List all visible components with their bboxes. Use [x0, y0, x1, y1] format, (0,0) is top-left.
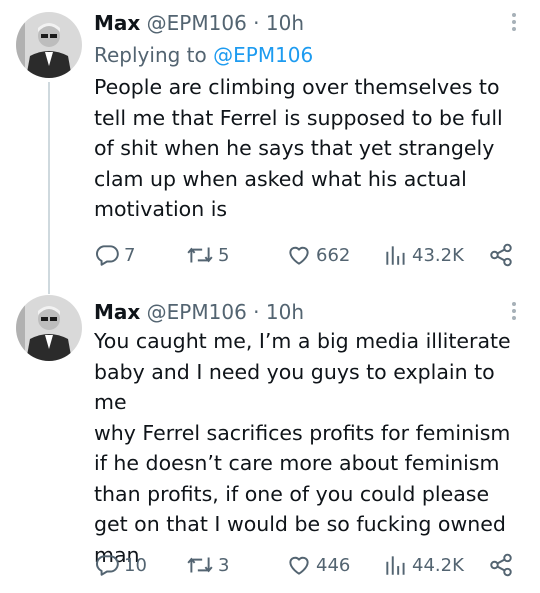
retweet-button[interactable]: 5: [186, 241, 229, 269]
separator-dot: ·: [253, 11, 260, 35]
view-count: 43.2K: [412, 244, 464, 266]
avatar[interactable]: [16, 12, 82, 78]
retweet-icon: [187, 247, 213, 263]
author-handle[interactable]: @EPM106: [147, 11, 247, 35]
author-handle[interactable]: @EPM106: [147, 300, 247, 324]
share-icon: [490, 243, 512, 267]
heart-icon: [289, 556, 309, 575]
retweet-count: 3: [218, 554, 230, 576]
timestamp[interactable]: 10h: [266, 11, 304, 35]
retweet-icon: [187, 557, 213, 573]
views-icon: [386, 556, 405, 575]
reply-count: 7: [124, 244, 136, 266]
tweet[interactable]: Max @EPM106 · 10h You caught me, I’m a b…: [0, 287, 540, 593]
reply-button[interactable]: 7: [94, 241, 135, 269]
avatar-image: [16, 12, 82, 78]
views-button[interactable]: 43.2K: [384, 241, 464, 269]
tweet-header: Max @EPM106 · 10h: [94, 297, 500, 327]
replying-to: Replying to @EPM106: [94, 40, 313, 70]
share-button[interactable]: [488, 551, 514, 579]
reply-icon: [96, 555, 119, 576]
more-icon[interactable]: [508, 299, 520, 329]
like-button[interactable]: 446: [286, 551, 350, 579]
more-icon[interactable]: [508, 10, 520, 40]
tweet[interactable]: Max @EPM106 · 10h Replying to @EPM106 Pe…: [0, 0, 540, 294]
reply-icon: [96, 245, 119, 266]
like-button[interactable]: 662: [286, 241, 350, 269]
replying-to-mention[interactable]: @EPM106: [213, 43, 313, 67]
action-bar: 7 5 662 43.2K: [94, 241, 522, 269]
author-name[interactable]: Max: [94, 300, 140, 324]
reply-count: 10: [124, 554, 147, 576]
heart-icon: [289, 246, 309, 265]
timestamp[interactable]: 10h: [266, 300, 304, 324]
retweet-count: 5: [218, 244, 230, 266]
views-icon: [386, 246, 405, 265]
reply-button[interactable]: 10: [94, 551, 147, 579]
view-count: 44.2K: [412, 554, 464, 576]
share-button[interactable]: [488, 241, 514, 269]
author-name[interactable]: Max: [94, 11, 140, 35]
like-count: 446: [316, 554, 351, 576]
tweet-header: Max @EPM106 · 10h: [94, 8, 500, 38]
action-bar: 10 3 446 44.2K: [94, 551, 522, 579]
retweet-button[interactable]: 3: [186, 551, 229, 579]
separator-dot: ·: [253, 300, 260, 324]
share-icon: [490, 553, 512, 577]
thread-line: [48, 82, 50, 294]
avatar[interactable]: [16, 295, 82, 361]
replying-to-label: Replying to: [94, 43, 207, 67]
tweet-text: You caught me, I’m a big media illiterat…: [94, 329, 511, 567]
views-button[interactable]: 44.2K: [384, 551, 464, 579]
tweet-text: People are climbing over themselves to t…: [94, 75, 503, 221]
avatar-image: [16, 295, 82, 361]
like-count: 662: [316, 244, 351, 266]
